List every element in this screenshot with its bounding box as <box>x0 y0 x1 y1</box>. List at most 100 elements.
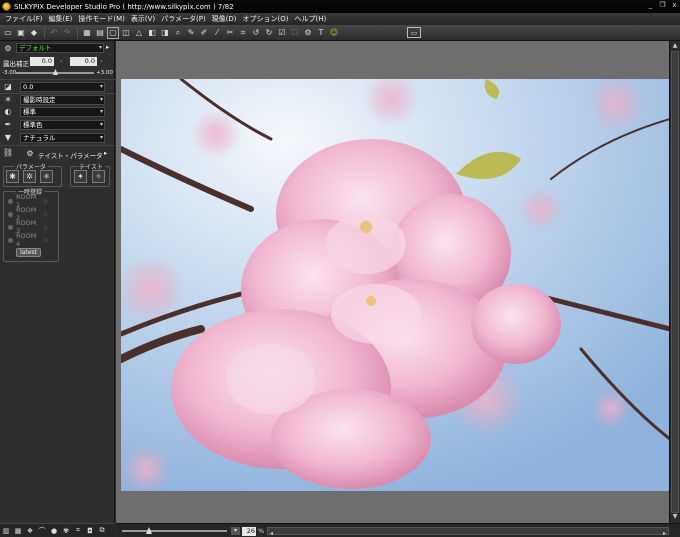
menu-options[interactable]: オプション(O) <box>240 14 292 24</box>
menu-mode[interactable]: 操作モード(M) <box>75 14 128 24</box>
split-icon[interactable]: ⚙ <box>302 27 314 39</box>
zoom-icon[interactable]: ⌕ <box>172 27 184 39</box>
room-apply-icon[interactable]: ▷ <box>44 237 49 244</box>
open-folder-icon[interactable]: ▭ <box>2 27 14 39</box>
exposure-increase-icon[interactable]: › <box>100 57 103 65</box>
param-load-icon[interactable]: ✲ <box>23 170 36 183</box>
crop-frame-icon[interactable]: ⌗ <box>73 526 83 536</box>
transform-icon[interactable]: ⧉ <box>97 526 107 536</box>
scroll-up-icon[interactable]: ▲ <box>671 42 679 51</box>
room-row[interactable]: ROOM 3 ▷ <box>8 219 49 235</box>
undo-icon[interactable]: ↶ <box>48 27 60 39</box>
color-wheel-icon[interactable]: ● <box>49 526 59 536</box>
tone-value: 標準 <box>23 108 36 116</box>
taste-add-icon[interactable]: ✦ <box>74 170 87 183</box>
lens-icon[interactable]: ◘ <box>85 526 95 536</box>
tab-menu-icon[interactable]: ▸ <box>104 149 107 157</box>
crop-icon[interactable]: ⌗ <box>237 27 249 39</box>
preset-value: デフォルト <box>19 44 52 52</box>
tone-icon: ◐ <box>4 107 12 116</box>
preview-view-icon[interactable]: ▢ <box>107 26 119 39</box>
save-icon[interactable]: ▣ <box>15 27 27 39</box>
cherry-blossom-photo <box>121 79 670 491</box>
rotate-left-icon[interactable]: ↺ <box>250 27 262 39</box>
control-panel: ⚙ デフォルト ▾ ▸ 露出補正 0.0 ‹ 0.0 › -3.00 +3.00 … <box>0 41 115 537</box>
room-apply-icon[interactable]: ▷ <box>44 211 49 218</box>
scroll-arrow-icon[interactable]: ▸ <box>106 43 109 51</box>
exposure-input[interactable]: 0.0 <box>30 57 54 66</box>
sharpness-select[interactable]: ナチュラル ▾ <box>20 133 105 143</box>
chevron-down-icon: ▾ <box>99 108 103 115</box>
title-bar: SILKYPIX Developer Studio Pro ( http://w… <box>0 0 680 13</box>
zoom-slider[interactable] <box>122 530 227 532</box>
scroll-down-icon[interactable]: ▼ <box>671 513 679 522</box>
white-balance-icon[interactable]: ✎ <box>185 27 197 39</box>
menu-view[interactable]: 表示(V) <box>128 14 158 24</box>
taste-apply-icon[interactable]: ✧ <box>92 170 105 183</box>
combined-view-icon[interactable]: ▤ <box>94 27 106 39</box>
check-icon[interactable]: ☑ <box>276 27 288 39</box>
info-icon[interactable]: ☺ <box>328 27 340 39</box>
curve-icon[interactable]: ⌒ <box>37 526 47 536</box>
zoom-dropdown-icon[interactable]: ▾ <box>231 527 240 535</box>
vertical-scrollbar[interactable]: ▲ ▼ <box>669 41 680 523</box>
menu-parameter[interactable]: パラメータ(P) <box>158 14 208 24</box>
spot-icon[interactable]: ⁄ <box>211 27 223 39</box>
white-balance-select[interactable]: 撮影時設定 ▾ <box>20 95 105 105</box>
settings-icon[interactable]: ✾ <box>61 526 71 536</box>
menu-help[interactable]: ヘルプ(H) <box>292 14 330 24</box>
param-paste-icon[interactable]: ✳ <box>40 170 53 183</box>
rotate-right-icon[interactable]: ↻ <box>263 27 275 39</box>
room-apply-icon[interactable]: ▷ <box>44 224 49 231</box>
develop-icon[interactable]: ◆ <box>28 27 40 39</box>
menu-develop[interactable]: 現像(D) <box>209 14 240 24</box>
gray-point-icon[interactable]: ✐ <box>198 27 210 39</box>
horizontal-scrollbar[interactable]: ◂ ▸ <box>267 527 669 537</box>
next-image-icon[interactable]: ◨ <box>159 27 171 39</box>
gear-icon[interactable]: ⚙ <box>2 43 14 54</box>
restore-button[interactable]: ❐ <box>659 1 666 10</box>
close-button[interactable]: x <box>671 1 678 10</box>
link-icon[interactable]: ⛓ <box>2 147 14 158</box>
thumbnail-view-icon[interactable]: ▦ <box>81 27 93 39</box>
contrast-select[interactable]: 0.0 ▾ <box>20 82 105 92</box>
histogram-icon[interactable]: ▥ <box>1 526 11 536</box>
preset-select[interactable]: デフォルト ▾ <box>16 43 104 53</box>
minimize-button[interactable]: _ <box>647 1 654 10</box>
contrast-icon: ◪ <box>4 82 12 91</box>
mark-icon[interactable]: ☐ <box>289 27 301 39</box>
menu-file[interactable]: ファイル(F) <box>2 14 46 24</box>
straighten-icon[interactable]: ✂ <box>224 27 236 39</box>
room-row[interactable]: ROOM 4 ▷ <box>8 232 49 248</box>
tab-taste-parameter[interactable]: テイスト・パラメータ <box>38 150 103 160</box>
zoom-input[interactable]: 26 <box>242 527 256 536</box>
tone-select[interactable]: 標準 ▾ <box>20 107 105 117</box>
color-select[interactable]: 標準色 ▾ <box>20 120 105 130</box>
room-label: ROOM 4 <box>16 232 37 248</box>
preview-area[interactable] <box>116 41 680 523</box>
redo-icon[interactable]: ↷ <box>61 27 73 39</box>
fullscreen-icon[interactable]: ▭ <box>407 27 421 38</box>
room-dot-icon <box>8 198 13 204</box>
room-apply-icon[interactable]: ▷ <box>44 198 49 205</box>
layers-icon[interactable]: ❖ <box>25 526 35 536</box>
app-window: SILKYPIX Developer Studio Pro ( http://w… <box>0 0 680 537</box>
room-row[interactable]: ROOM 2 ▷ <box>8 206 49 222</box>
scroll-left-icon[interactable]: ◂ <box>270 530 273 537</box>
compare-view-icon[interactable]: ◫ <box>120 27 132 39</box>
toolbar: ▭ ▣ ◆ ↶ ↷ ▦ ▤ ▢ ◫ △ ◧ ◨ ⌕ ✎ ✐ ⁄ ✂ ⌗ ↺ ↻ … <box>0 25 680 41</box>
app-logo-icon <box>2 2 11 11</box>
room-row[interactable]: ROOM 1 ▷ <box>8 193 49 209</box>
text-icon[interactable]: T <box>315 27 327 39</box>
latest-button[interactable]: latest <box>16 248 41 257</box>
vertical-scroll-thumb[interactable] <box>671 51 679 513</box>
grid-icon[interactable]: ▦ <box>13 526 23 536</box>
menu-edit[interactable]: 編集(E) <box>46 14 76 24</box>
scroll-right-icon[interactable]: ▸ <box>663 530 666 537</box>
warning-icon[interactable]: △ <box>133 27 145 39</box>
prev-image-icon[interactable]: ◧ <box>146 27 158 39</box>
room-dot-icon <box>8 224 13 230</box>
exposure-decrease-icon[interactable]: ‹ <box>60 57 63 65</box>
param-save-icon[interactable]: ✱ <box>6 170 19 183</box>
exposure-fine-input[interactable]: 0.0 <box>70 57 97 66</box>
